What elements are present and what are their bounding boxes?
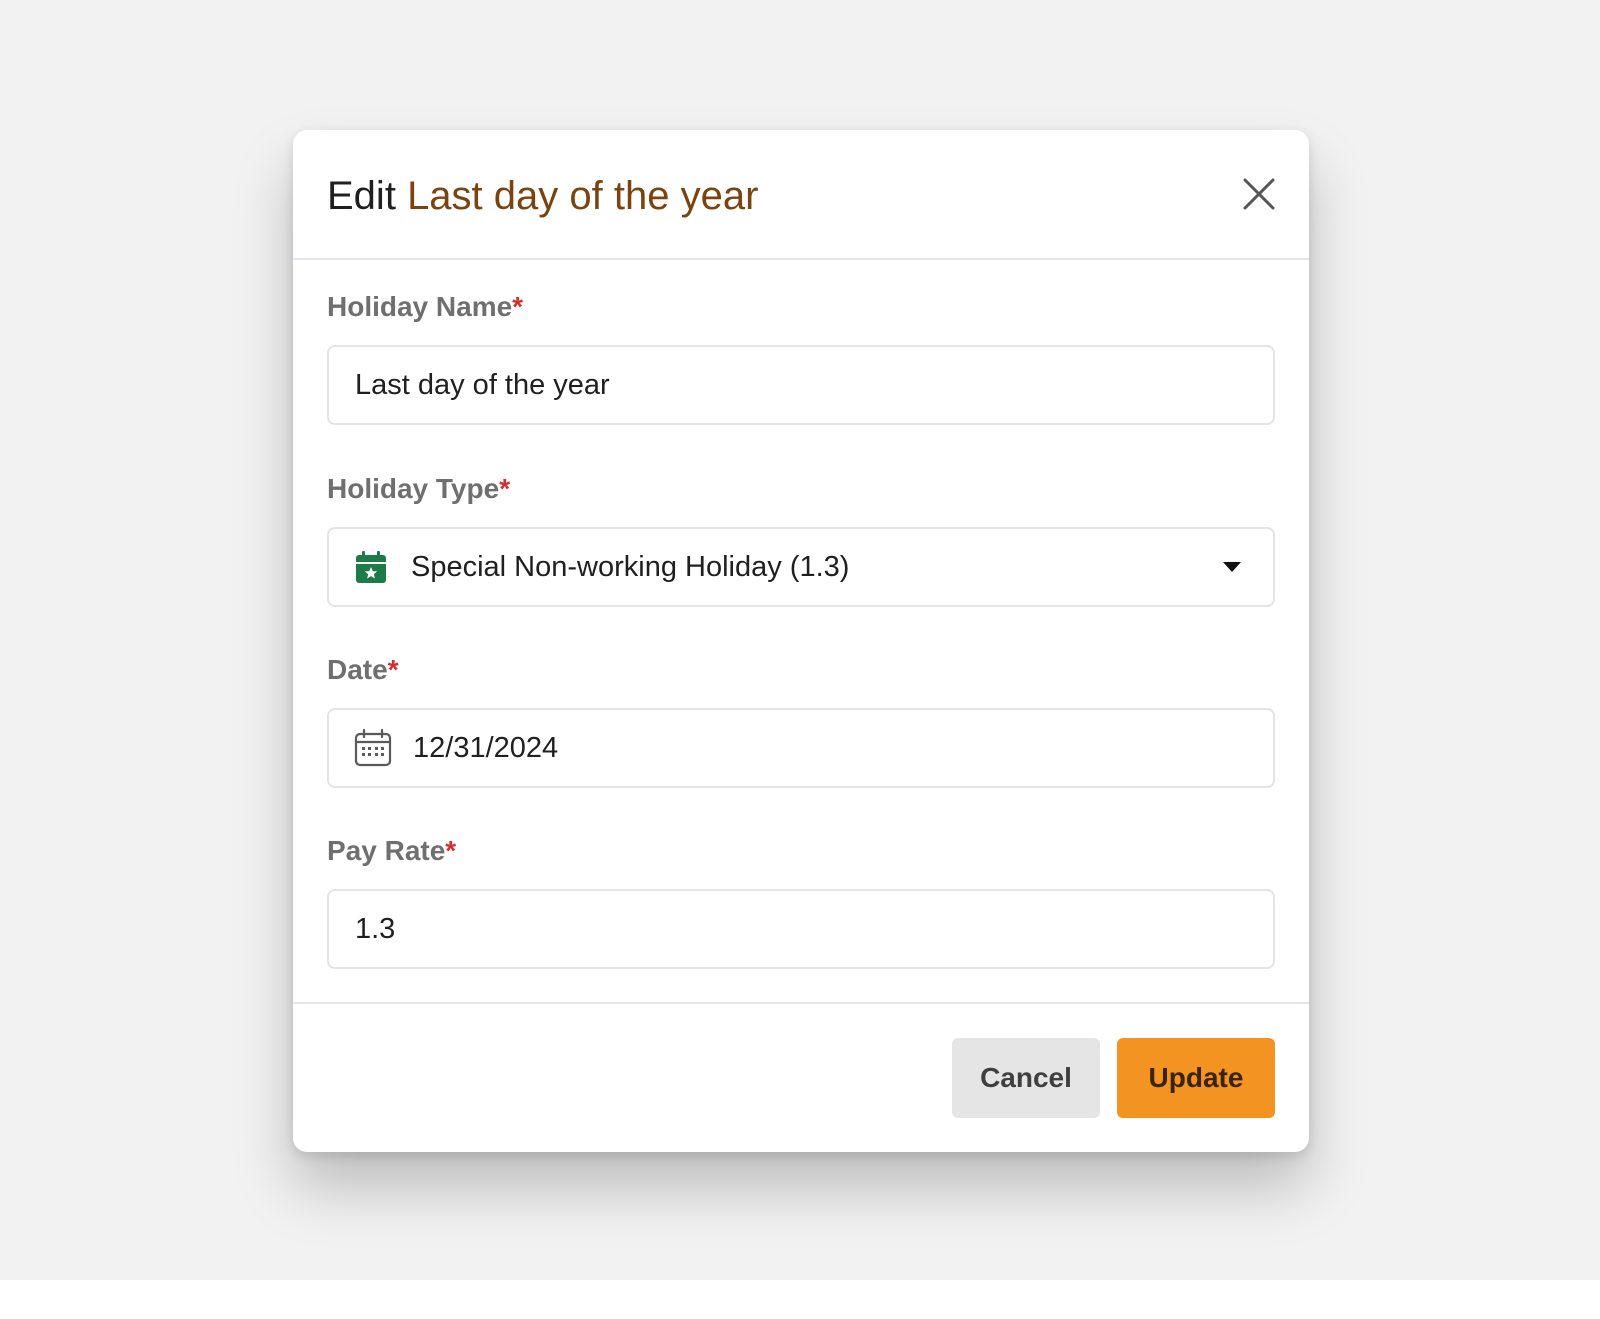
holiday-name-input[interactable]: Last day of the year <box>327 345 1275 425</box>
pay-rate-value: 1.3 <box>355 912 396 945</box>
pay-rate-input[interactable]: 1.3 <box>327 889 1275 969</box>
close-button[interactable] <box>1239 174 1279 214</box>
caret-down-icon <box>1223 562 1241 572</box>
holiday-type-label-text: Holiday Type <box>327 473 500 504</box>
required-mark: * <box>445 835 457 866</box>
holiday-name-value: Last day of the year <box>355 368 610 401</box>
holiday-name-label: Holiday Name* <box>327 290 523 324</box>
required-mark: * <box>499 473 511 504</box>
update-button[interactable]: Update <box>1117 1038 1275 1118</box>
required-mark: * <box>387 654 399 685</box>
holiday-type-label: Holiday Type* <box>327 472 510 506</box>
dialog-header: Edit Last day of the year <box>293 130 1309 260</box>
calendar-icon <box>354 728 392 767</box>
date-label-text: Date <box>327 654 388 685</box>
dialog-title: Edit Last day of the year <box>327 170 758 222</box>
edit-holiday-dialog: Edit Last day of the year Holiday Name* … <box>293 130 1309 1152</box>
holiday-type-value: Special Non-working Holiday (1.3) <box>411 550 850 583</box>
cancel-button[interactable]: Cancel <box>952 1038 1100 1118</box>
pay-rate-label-text: Pay Rate <box>327 835 446 866</box>
date-input[interactable]: 12/31/2024 <box>327 708 1275 788</box>
holiday-type-select[interactable]: Special Non-working Holiday (1.3) <box>327 527 1275 607</box>
calendar-star-icon <box>356 551 386 583</box>
holiday-name-label-text: Holiday Name <box>327 291 513 322</box>
date-label: Date* <box>327 653 399 687</box>
date-value: 12/31/2024 <box>413 731 559 764</box>
dialog-title-prefix: Edit <box>327 174 396 218</box>
required-mark: * <box>512 291 524 322</box>
close-icon <box>1243 178 1275 210</box>
dialog-footer: Cancel Update <box>293 1002 1309 1152</box>
pay-rate-label: Pay Rate* <box>327 834 456 868</box>
dialog-title-holiday-name: Last day of the year <box>407 174 759 218</box>
